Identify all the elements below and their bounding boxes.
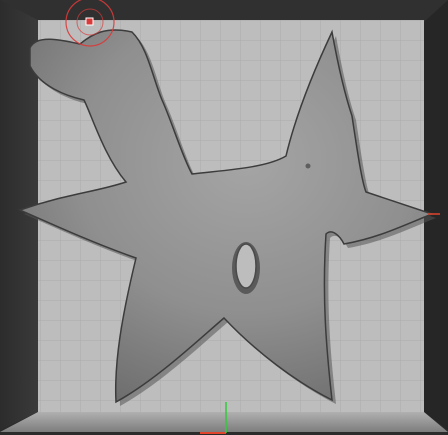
mesh-hole (235, 243, 257, 289)
floor-plane (0, 412, 448, 432)
sculpt-viewport[interactable] (0, 0, 448, 435)
mesh-dimple (305, 163, 311, 169)
viewport-canvas[interactable] (0, 0, 448, 435)
top-wall (0, 0, 448, 22)
